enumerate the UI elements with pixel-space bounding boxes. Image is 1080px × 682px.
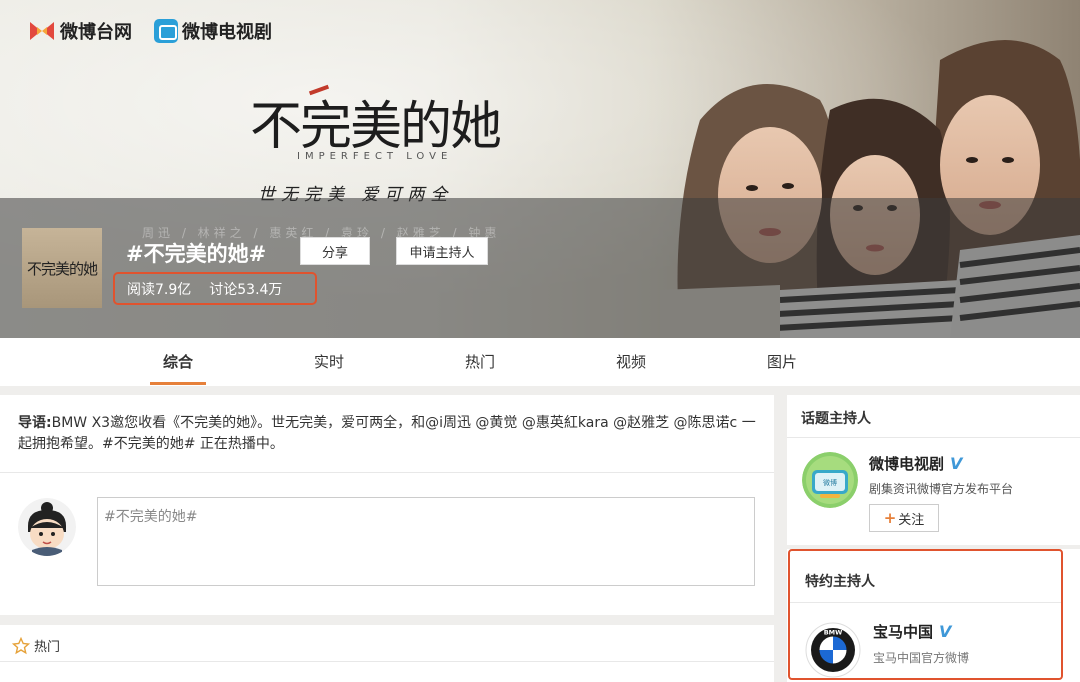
topic-stats-highlight: 阅读7.9亿 讨论53.4万 [113,272,317,305]
plus-icon: + [883,509,897,527]
compose-prefill: #不完美的她# [104,509,198,525]
discussion-count: 讨论53.4万 [209,281,283,298]
weibo-tv-avatar[interactable]: 微博 [802,452,858,508]
svg-text:微博: 微博 [823,478,837,487]
weibo-tv-brand[interactable]: 微博电视剧 [154,18,272,44]
hot-section-label: 热门 [34,640,61,655]
active-tab-indicator [150,382,206,385]
topic-header-overlay [0,198,1080,338]
weibo-tai-brand[interactable]: 微博台网 [28,18,132,44]
intro-text: BMW X3邀您收看《不完美的她》。世无完美，爱可两全，和@i周迅 @黄觉 @惠… [18,415,756,452]
sponsor-description: 宝马中国官方微博 [873,651,970,665]
star-icon [12,636,30,654]
host-card-divider [787,437,1080,438]
bmw-logo-text: BMW [824,629,843,637]
bmw-logo-icon[interactable]: BMW [805,622,861,678]
post-compose-input[interactable]: #不完美的她# [97,497,755,586]
hot-section-header[interactable]: 热门 [12,636,60,655]
read-count: 阅读7.9亿 [127,281,192,298]
feed-divider [0,472,774,473]
host-name-row[interactable]: 微博电视剧 V [869,453,962,474]
tab-realtime[interactable]: 实时 [314,351,344,372]
weibo-tai-label: 微博台网 [60,22,132,43]
hot-divider [0,661,774,662]
sponsor-host-heading: 特约主持人 [805,574,875,590]
topic-thumbnail-text: 不完美的她 [26,259,98,278]
topic-intro: 导语:BMW X3邀您收看《不完美的她》。世无完美，爱可两全，和@i周迅 @黄觉… [18,413,758,455]
intro-label: 导语: [18,415,52,431]
sponsor-name: 宝马中国 [873,623,934,641]
sponsor-verified-badge-icon: V [939,622,952,641]
host-name: 微博电视剧 [869,455,945,473]
topic-host-heading: 话题主持人 [801,411,871,427]
share-button[interactable]: 分享 [300,237,370,265]
apply-host-button[interactable]: 申请主持人 [396,237,488,265]
weibo-tv-logo-icon [154,19,178,43]
tab-comprehensive[interactable]: 综合 [163,351,193,372]
follow-label: 关注 [898,512,925,528]
weibo-tai-logo-icon [30,22,54,40]
host-description: 剧集资讯微博官方发布平台 [869,482,1014,496]
tab-images[interactable]: 图片 [767,351,797,372]
follow-button[interactable]: + 关注 [869,504,939,532]
hot-section [0,625,774,682]
tab-video[interactable]: 视频 [616,351,646,372]
sponsor-name-row[interactable]: 宝马中国 V [873,621,951,642]
topic-title: #不完美的她# [126,242,267,266]
topic-thumbnail[interactable]: 不完美的她 [22,228,102,308]
tab-hot[interactable]: 热门 [465,351,495,372]
user-avatar[interactable] [18,498,76,556]
show-english-title: IMPERFECT LOVE [297,151,453,162]
verified-badge-icon: V [950,454,963,473]
sponsor-card-divider [790,602,1061,603]
show-title: 不完美的她 [250,97,502,157]
topic-tabs: 综合 实时 热门 视频 图片 [0,338,1080,386]
weibo-tv-label: 微博电视剧 [182,22,272,43]
